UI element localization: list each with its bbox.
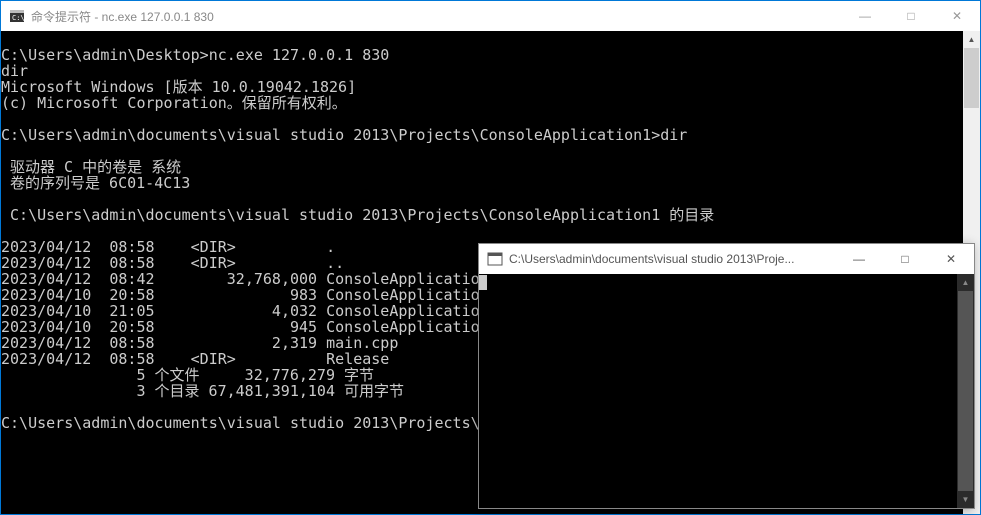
- console-title: C:\Users\admin\documents\visual studio 2…: [509, 252, 836, 266]
- cmd-window-controls: — □ ✕: [842, 1, 980, 31]
- scroll-up-arrow-icon[interactable]: ▲: [963, 31, 980, 48]
- scroll-up-arrow-icon[interactable]: ▲: [957, 274, 974, 291]
- scroll-down-arrow-icon[interactable]: ▼: [957, 491, 974, 508]
- console-scrollbar[interactable]: ▲ ▼: [957, 274, 974, 508]
- scroll-track[interactable]: [957, 291, 974, 491]
- minimize-button[interactable]: —: [842, 1, 888, 31]
- console-window: C:\Users\admin\documents\visual studio 2…: [478, 243, 975, 509]
- maximize-button[interactable]: □: [888, 1, 934, 31]
- cmd-titlebar[interactable]: C:\ 命令提示符 - nc.exe 127.0.0.1 830 — □ ✕: [1, 1, 980, 31]
- console-icon: [487, 251, 503, 267]
- cmd-title: 命令提示符 - nc.exe 127.0.0.1 830: [31, 8, 842, 25]
- console-window-controls: — □ ✕: [836, 244, 974, 274]
- text-cursor: [479, 275, 487, 290]
- close-button[interactable]: ✕: [934, 1, 980, 31]
- close-button[interactable]: ✕: [928, 244, 974, 274]
- maximize-button[interactable]: □: [882, 244, 928, 274]
- minimize-button[interactable]: —: [836, 244, 882, 274]
- cmd-icon: C:\: [9, 8, 25, 24]
- svg-text:C:\: C:\: [12, 14, 25, 22]
- console-client-area: ▲ ▼: [479, 274, 974, 508]
- scroll-thumb[interactable]: [958, 291, 973, 491]
- console-titlebar[interactable]: C:\Users\admin\documents\visual studio 2…: [479, 244, 974, 274]
- scroll-thumb[interactable]: [964, 48, 979, 108]
- console-terminal-output[interactable]: [479, 274, 974, 290]
